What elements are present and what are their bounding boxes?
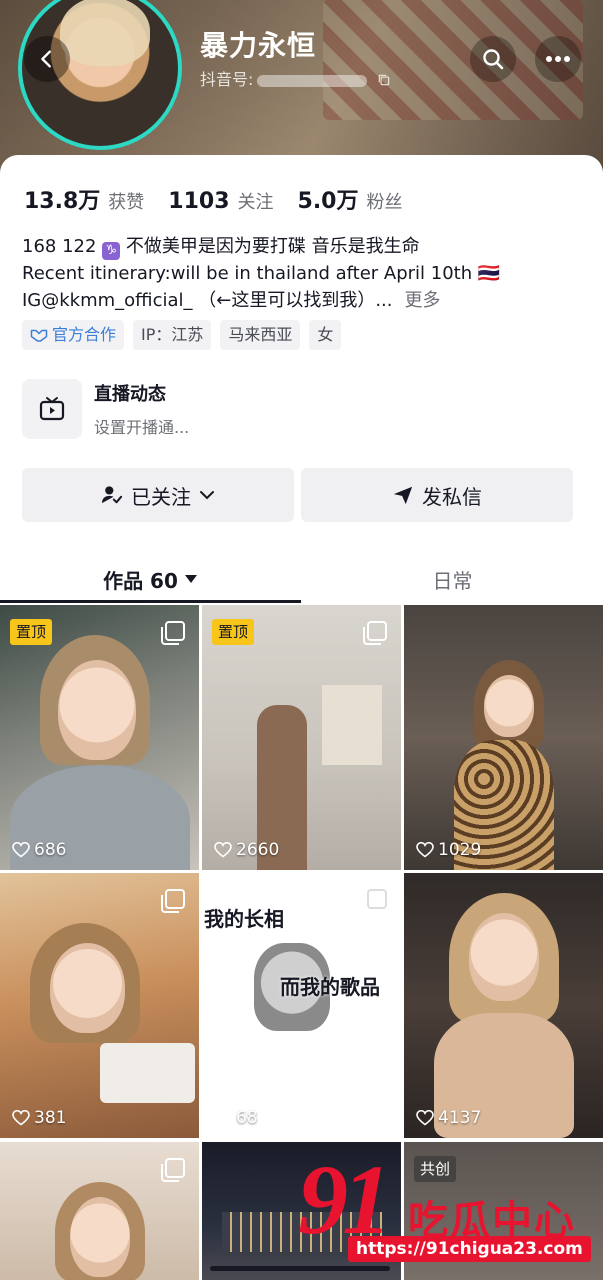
active-tab-indicator xyxy=(0,600,301,603)
bio-line-1: 168 122 ♑ 不做美甲是因为要打碟 音乐是我生命 xyxy=(22,233,582,260)
bio-line-2: Recent itinerary:will be in thailand aft… xyxy=(22,263,501,284)
content-tabs: 作品 60 日常 xyxy=(0,553,603,605)
video-likes: 381 xyxy=(12,1108,66,1128)
multi-image-icon xyxy=(161,1158,185,1182)
live-tv-icon xyxy=(22,379,82,439)
video-caption-bottom: 而我的歌品 xyxy=(280,975,380,999)
multi-image-icon xyxy=(363,621,387,645)
handshake-icon xyxy=(30,329,48,342)
heart-icon xyxy=(416,842,434,858)
stat-following[interactable]: 1103 关注 xyxy=(168,188,273,214)
stat-value: 13.8万 xyxy=(24,189,101,214)
video-likes: 2660 xyxy=(214,840,279,860)
tab-daily-label: 日常 xyxy=(432,568,473,593)
video-thumbnail[interactable]: 1029 xyxy=(404,605,603,870)
pinned-badge: 置顶 xyxy=(10,619,53,645)
followed-label: 已关注 xyxy=(131,484,191,509)
stat-likes[interactable]: 13.8万 获赞 xyxy=(24,183,144,215)
profile-tags: 官方合作 IP：江苏 马来西亚 女 xyxy=(22,320,350,350)
multi-image-icon xyxy=(363,889,387,913)
stat-label: 粉丝 xyxy=(366,192,403,213)
likes-count: 68 xyxy=(236,1108,258,1128)
heart-icon xyxy=(12,1110,30,1126)
send-plane-icon xyxy=(393,486,413,505)
bio-more-link[interactable]: 更多 xyxy=(404,290,440,311)
profile-info-card: 13.8万 获赞 1103 关注 5.0万 粉丝 168 122 ♑ 不做美甲是… xyxy=(0,155,603,605)
bio-prefix: 168 122 xyxy=(22,236,97,257)
bio-line-3: IG@kkmm_official_ （←这里可以找到我）... 更多 xyxy=(22,287,582,314)
pinned-badge: 置顶 xyxy=(212,619,255,645)
followed-button[interactable]: 已关注 xyxy=(22,468,294,522)
copy-icon[interactable] xyxy=(377,73,391,87)
more-options-button[interactable] xyxy=(535,36,581,82)
video-thumbnail[interactable]: 置顶 686 xyxy=(0,605,199,870)
video-thumbnail[interactable] xyxy=(0,1142,199,1280)
send-message-button[interactable]: 发私信 xyxy=(301,468,573,522)
back-button[interactable] xyxy=(24,36,70,82)
bio-motto: 不做美甲是因为要打碟 音乐是我生命 xyxy=(125,236,420,257)
face-thumb xyxy=(484,675,534,737)
likes-count: 2660 xyxy=(236,840,280,860)
stat-value: 5.0万 xyxy=(297,189,359,214)
caret-down-icon xyxy=(184,575,197,583)
zodiac-icon: ♑ xyxy=(102,242,121,260)
video-thumbnail[interactable]: 置顶 2660 xyxy=(202,605,401,870)
tab-daily[interactable]: 日常 xyxy=(302,553,603,605)
tag-label: 官方合作 xyxy=(52,325,117,344)
chevron-left-icon xyxy=(41,50,51,68)
home-indicator[interactable] xyxy=(210,1266,390,1271)
live-activity[interactable]: 直播动态 设置开播通... xyxy=(22,379,189,439)
heart-icon xyxy=(214,842,232,858)
tab-works[interactable]: 作品 60 xyxy=(0,553,301,605)
stat-value: 1103 xyxy=(168,189,230,214)
official-collab-tag[interactable]: 官方合作 xyxy=(22,320,125,350)
likes-count: 1029 xyxy=(438,840,482,860)
live-title: 直播动态 xyxy=(94,384,166,405)
douyin-id-label: 抖音号: xyxy=(200,70,254,89)
face-thumb xyxy=(58,660,136,760)
face-thumb xyxy=(50,943,125,1033)
video-thumbnail[interactable]: 我的长相 而我的歌品 68 xyxy=(202,873,401,1138)
multi-image-icon xyxy=(161,621,185,645)
profile-stats: 13.8万 获赞 1103 关注 5.0万 粉丝 xyxy=(24,183,427,215)
live-subtitle: 设置开播通... xyxy=(94,418,190,437)
bio-instagram: IG@kkmm_official_ （←这里可以找到我）... xyxy=(22,290,393,311)
tab-works-label: 作品 60 xyxy=(103,568,178,593)
likes-count: 686 xyxy=(34,840,67,860)
message-label: 发私信 xyxy=(422,484,482,509)
video-thumbnail[interactable]: 4137 xyxy=(404,873,603,1138)
heart-icon xyxy=(416,1110,434,1126)
watermark-url: https://91chigua23.com xyxy=(348,1236,591,1262)
chevron-down-icon xyxy=(200,491,214,500)
site-watermark: 91 吃瓜中心 https://91chigua23.com xyxy=(298,1150,598,1270)
video-likes: 686 xyxy=(12,840,66,860)
video-likes: 4137 xyxy=(416,1108,481,1128)
gender-tag: 女 xyxy=(309,320,342,350)
video-likes: 1029 xyxy=(416,840,481,860)
likes-count: 4137 xyxy=(438,1108,482,1128)
video-caption-top: 我的长相 xyxy=(204,907,284,931)
douyin-id-redacted xyxy=(257,74,368,87)
ip-location-tag: IP：江苏 xyxy=(133,320,212,350)
profile-bio[interactable]: 168 122 ♑ 不做美甲是因为要打碟 音乐是我生命 Recent itine… xyxy=(22,233,582,314)
douyin-id: 抖音号: xyxy=(200,66,391,90)
video-thumbnail[interactable]: 381 xyxy=(0,873,199,1138)
multi-image-icon xyxy=(161,889,185,913)
search-icon xyxy=(483,49,504,70)
stat-label: 关注 xyxy=(237,192,274,213)
stat-label: 获赞 xyxy=(108,192,145,213)
profile-nickname: 暴力永恒 xyxy=(200,29,317,62)
search-button[interactable] xyxy=(470,36,516,82)
user-check-icon xyxy=(102,486,123,504)
likes-count: 381 xyxy=(34,1108,67,1128)
region-tag: 马来西亚 xyxy=(220,320,301,350)
heart-icon xyxy=(12,842,30,858)
video-likes: 68 xyxy=(214,1108,258,1128)
heart-icon xyxy=(214,1110,232,1126)
stat-followers[interactable]: 5.0万 粉丝 xyxy=(298,183,403,215)
watermark-number: 91 xyxy=(298,1144,392,1255)
face-thumb xyxy=(469,913,539,1001)
face-thumb xyxy=(70,1197,130,1277)
more-dots-icon xyxy=(546,56,570,62)
